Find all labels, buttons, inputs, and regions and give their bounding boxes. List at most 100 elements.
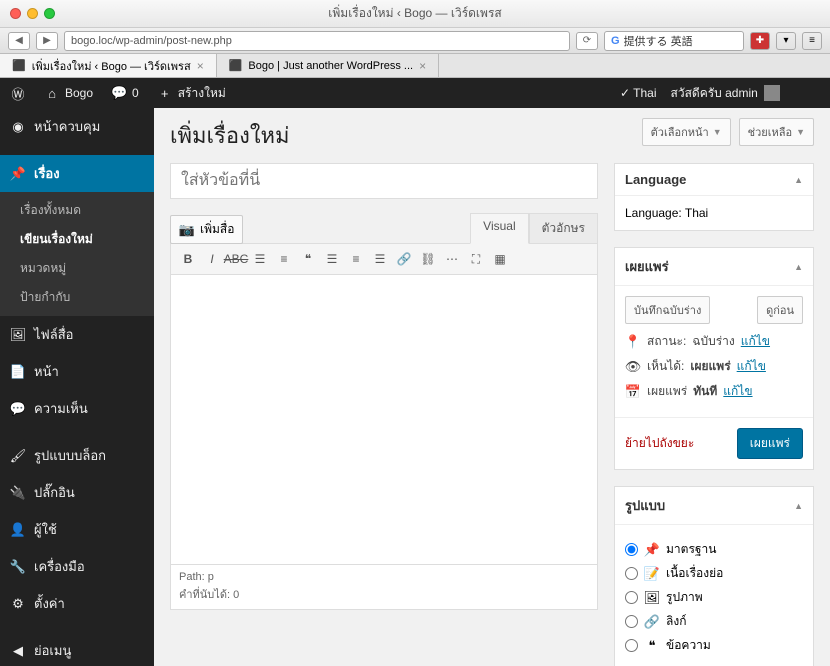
search-field[interactable]: G提供する 英語	[604, 31, 744, 51]
chevron-up-icon[interactable]: ▲	[794, 262, 803, 272]
titlebar: เพิ่มเรื่องใหม่ ‹ Bogo — เวิร์ดเพรส	[0, 0, 830, 28]
fullscreen-button[interactable]: ⛶	[465, 248, 487, 270]
save-draft-button[interactable]: บันทึกฉบับร่าง	[625, 296, 710, 324]
metabox-title: เผยแพร่	[625, 256, 669, 277]
site-link[interactable]: ⌂Bogo	[44, 85, 93, 101]
sidebar-sub-all-posts[interactable]: เรื่องทั้งหมด	[0, 196, 154, 225]
language-indicator[interactable]: ✓ Thai	[620, 86, 657, 100]
dashboard-icon: ◉	[10, 119, 26, 135]
url-field[interactable]: bogo.loc/wp-admin/post-new.php	[64, 31, 570, 51]
more-button[interactable]: ⋯	[441, 248, 463, 270]
unlink-button[interactable]: ⛓	[417, 248, 439, 270]
add-media-button[interactable]: 📷เพิ่มสื่อ	[170, 215, 243, 244]
edit-schedule-link[interactable]: แก้ไข	[723, 382, 752, 401]
sidebar-item-pages[interactable]: 📄หน้า	[0, 353, 154, 390]
close-tab-icon[interactable]: ×	[419, 59, 426, 73]
format-link[interactable]: 🔗ลิงก์	[625, 612, 803, 631]
sidebar-item-users[interactable]: 👤ผู้ใช้	[0, 511, 154, 548]
pin-icon: 📌	[10, 166, 26, 182]
camera-icon: 📷	[179, 222, 195, 238]
media-icon: 🖼	[10, 327, 26, 343]
format-standard[interactable]: 📌มาตรฐาน	[625, 540, 803, 559]
quote-button[interactable]: ❝	[297, 248, 319, 270]
format-aside[interactable]: 📝เนื้อเรื่องย่อ	[625, 564, 803, 583]
browser-tab[interactable]: ⬛ เพิ่มเรื่องใหม่ ‹ Bogo — เวิร์ดเพรส ×	[0, 54, 217, 77]
forward-button[interactable]: ▶	[36, 32, 58, 50]
sidebar-sub-tags[interactable]: ป้ายกำกับ	[0, 283, 154, 312]
menu-icon[interactable]: ≡	[802, 32, 822, 50]
gear-icon: ⚙	[10, 596, 26, 612]
align-right-button[interactable]: ☰	[369, 248, 391, 270]
format-quote[interactable]: ❝ข้อความ	[625, 636, 803, 655]
align-center-button[interactable]: ≡	[345, 248, 367, 270]
sidebar-item-comments[interactable]: 💬ความเห็น	[0, 390, 154, 427]
italic-button[interactable]: I	[201, 248, 223, 270]
comment-icon: 💬	[10, 401, 26, 417]
number-list-button[interactable]: ≡	[273, 248, 295, 270]
publish-button[interactable]: เผยแพร่	[737, 428, 803, 459]
post-title-input[interactable]	[170, 163, 598, 199]
strike-button[interactable]: ABC	[225, 248, 247, 270]
eye-icon: 👁	[625, 359, 641, 375]
editor-statusbar: Path: p คำที่นับได้: 0	[170, 565, 598, 610]
preview-button[interactable]: ดูก่อน	[757, 296, 803, 324]
sidebar-item-posts[interactable]: 📌เรื่อง	[0, 155, 154, 192]
edit-status-link[interactable]: แก้ไข	[741, 332, 770, 351]
edit-visibility-link[interactable]: แก้ไข	[737, 357, 766, 376]
favicon-icon: ⬛	[229, 59, 243, 72]
tab-text[interactable]: ตัวอักษร	[529, 213, 598, 244]
brush-icon: 🖌	[10, 448, 26, 464]
trash-link[interactable]: ย้ายไปถังขยะ	[625, 434, 694, 453]
help-button[interactable]: ช่วยเหลือ▼	[739, 118, 814, 146]
sidebar-collapse[interactable]: ◀ย่อเมนู	[0, 632, 154, 666]
editor-toolbar: B I ABC ☰ ≡ ❝ ☰ ≡ ☰ 🔗 ⛓ ⋯ ⛶	[170, 243, 598, 275]
tab-visual[interactable]: Visual	[470, 213, 528, 244]
sidebar-item-dashboard[interactable]: ◉หน้าควบคุม	[0, 108, 154, 145]
page-title: เพิ่มเรื่องใหม่	[170, 118, 290, 153]
plus-icon: +	[157, 85, 173, 101]
sidebar-item-media[interactable]: 🖼ไฟล์สื่อ	[0, 316, 154, 353]
sidebar-item-tools[interactable]: 🔧เครื่องมือ	[0, 548, 154, 585]
sidebar-item-settings[interactable]: ⚙ตั้งค่า	[0, 585, 154, 622]
link-button[interactable]: 🔗	[393, 248, 415, 270]
link-icon: 🔗	[644, 614, 660, 630]
editor-body[interactable]	[170, 275, 598, 565]
toolbar-toggle-button[interactable]: ▦	[489, 248, 511, 270]
quote-icon: ❝	[644, 638, 660, 654]
bullet-list-button[interactable]: ☰	[249, 248, 271, 270]
browser-tabs: ⬛ เพิ่มเรื่องใหม่ ‹ Bogo — เวิร์ดเพรส × …	[0, 54, 830, 78]
wp-admin-bar: Ⓦ ⌂Bogo 💬0 +สร้างใหม่ ✓ Thai สวัสดีครับ …	[0, 78, 830, 108]
home-icon: ⌂	[44, 85, 60, 101]
wrench-icon: 🔧	[10, 559, 26, 575]
extension-icon[interactable]: ✚	[750, 32, 770, 50]
screen-options-button[interactable]: ตัวเลือกหน้า▼	[642, 118, 731, 146]
tab-label: เพิ่มเรื่องใหม่ ‹ Bogo — เวิร์ดเพรส	[32, 57, 191, 75]
comments-link[interactable]: 💬0	[111, 85, 139, 101]
chevron-up-icon[interactable]: ▲	[794, 175, 803, 185]
bold-button[interactable]: B	[177, 248, 199, 270]
close-tab-icon[interactable]: ×	[197, 59, 204, 73]
window-title: เพิ่มเรื่องใหม่ ‹ Bogo — เวิร์ดเพรส	[0, 4, 830, 23]
sidebar-sub-categories[interactable]: หมวดหมู่	[0, 254, 154, 283]
word-count: คำที่นับได้: 0	[179, 585, 589, 603]
new-content-link[interactable]: +สร้างใหม่	[157, 84, 226, 103]
avatar-icon	[764, 85, 780, 101]
calendar-icon: 📅	[625, 384, 641, 400]
chevron-down-icon: ▼	[713, 127, 722, 137]
sidebar-sub-new-post[interactable]: เขียนเรื่องใหม่	[0, 225, 154, 254]
admin-sidebar: ◉หน้าควบคุม 📌เรื่อง เรื่องทั้งหมด เขียนเ…	[0, 108, 154, 666]
reload-button[interactable]: ⟳	[576, 32, 598, 50]
browser-tab[interactable]: ⬛ Bogo | Just another WordPress ... ×	[217, 54, 439, 77]
back-button[interactable]: ◀	[8, 32, 30, 50]
metabox-title: รูปแบบ	[625, 495, 665, 516]
extension-icon[interactable]: ▾	[776, 32, 796, 50]
wp-logo[interactable]: Ⓦ	[10, 85, 26, 101]
chevron-down-icon: ▼	[796, 127, 805, 137]
sidebar-item-plugins[interactable]: 🔌ปลั๊กอิน	[0, 474, 154, 511]
align-left-button[interactable]: ☰	[321, 248, 343, 270]
sidebar-item-appearance[interactable]: 🖌รูปแบบบล็อก	[0, 437, 154, 474]
chevron-up-icon[interactable]: ▲	[794, 501, 803, 511]
user-greeting[interactable]: สวัสดีครับ admin	[671, 84, 780, 103]
editor-path: Path: p	[179, 571, 589, 583]
format-image[interactable]: 🖼รูปภาพ	[625, 588, 803, 607]
